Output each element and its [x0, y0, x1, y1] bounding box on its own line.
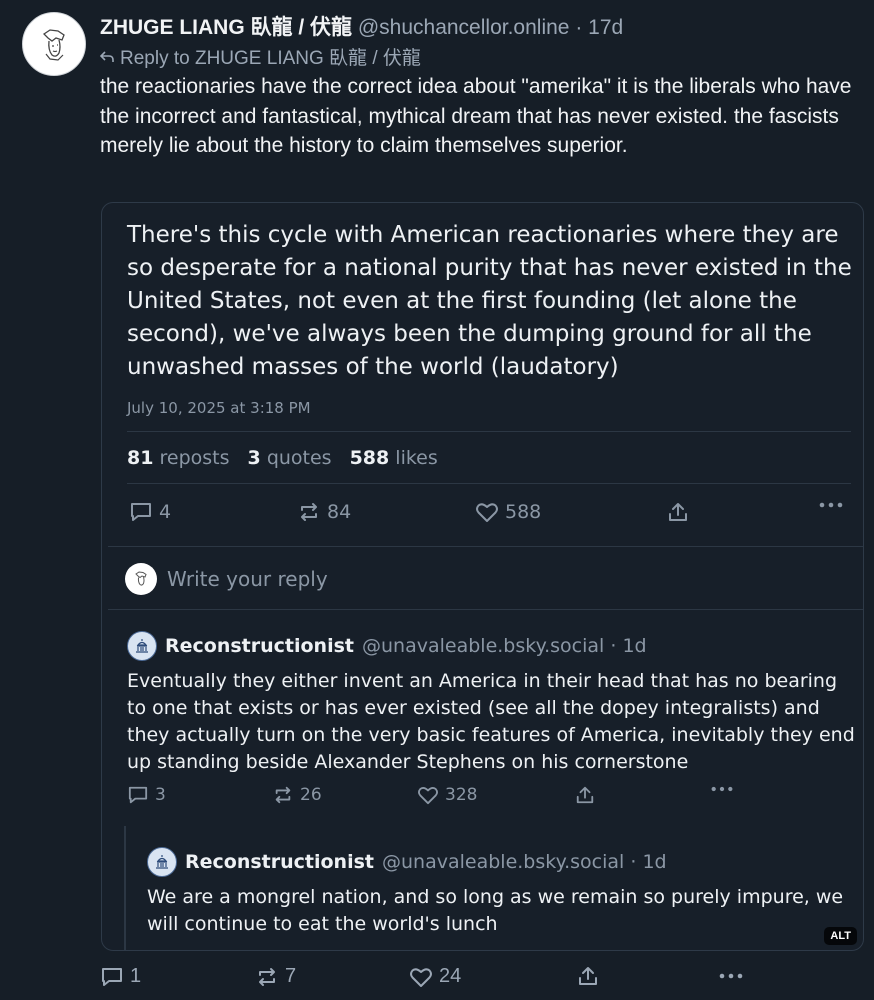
repost-icon: [301, 503, 317, 521]
post-text: the reactionaries have the correct idea …: [100, 75, 852, 157]
share-icon: [669, 503, 687, 521]
reply-to-label: Reply to ZHUGE LIANG 臥龍 / 伏龍: [120, 48, 421, 69]
repost-action: 84: [297, 501, 351, 523]
reply-to-line[interactable]: Reply to ZHUGE LIANG 臥龍 / 伏龍: [100, 43, 421, 70]
divider: [127, 483, 851, 484]
repost-button[interactable]: 7: [255, 965, 296, 988]
divider: [108, 546, 863, 547]
share-action: [667, 501, 689, 523]
author-avatar[interactable]: [22, 12, 86, 76]
reply2-handle: @unavaleable.bsky.social · 1d: [382, 851, 667, 873]
like-icon: [476, 503, 498, 522]
likes-stat: 588 likes: [349, 447, 438, 469]
post-age: · 17d: [575, 16, 624, 39]
composer-avatar: [125, 563, 157, 595]
reply1-repost-action: 26: [272, 785, 322, 805]
thread-line: [124, 826, 126, 950]
embedded-screenshot[interactable]: There's this cycle with American reactio…: [101, 202, 864, 951]
reply1-more-action: [710, 785, 734, 793]
reply-composer: Write your reply: [125, 563, 328, 595]
like-icon: [410, 967, 432, 987]
reply-arrow-icon: [100, 50, 114, 62]
capitol-icon: [156, 855, 168, 869]
reconstructionist-avatar: [147, 847, 177, 877]
divider: [108, 609, 863, 610]
like-button[interactable]: 24: [409, 965, 461, 988]
more-action: [818, 501, 844, 509]
reply-button[interactable]: 1: [100, 965, 141, 988]
reply2-header: Reconstructionist @unavaleable.bsky.soci…: [147, 847, 667, 877]
reply-action: 4: [129, 501, 171, 523]
reply1-share-action: [575, 785, 595, 805]
reply2-text: We are a mongrel nation, and so long as …: [147, 886, 844, 935]
reply1-name: Reconstructionist: [165, 635, 354, 657]
reconstructionist-avatar: [127, 631, 157, 661]
quoted-post-text: There's this cycle with American reactio…: [127, 222, 852, 380]
more-icon: [819, 502, 843, 508]
like-action: 588: [475, 501, 541, 523]
quotes-stat: 3 quotes: [247, 447, 332, 469]
engagement-stats: 81 reposts 3 quotes 588 likes: [127, 447, 438, 469]
post-actions: 1 7 24: [0, 963, 874, 995]
share-button[interactable]: [577, 965, 599, 987]
like-count: 24: [439, 965, 462, 987]
reply1-handle: @unavaleable.bsky.social · 1d: [362, 635, 647, 657]
reply-icon: [128, 786, 148, 804]
reply1-header: Reconstructionist @unavaleable.bsky.soci…: [127, 631, 647, 661]
more-icon: [719, 973, 743, 979]
more-icon: [711, 786, 733, 792]
reply1-reply-action: 3: [127, 785, 166, 805]
reply1-text: Eventually they either invent an America…: [127, 670, 855, 773]
capitol-icon: [136, 639, 148, 653]
reply-count: 1: [130, 965, 142, 987]
reply2-name: Reconstructionist: [185, 851, 374, 873]
quoted-actions: 4 84 588: [102, 501, 863, 531]
repost-icon: [275, 786, 291, 804]
share-icon: [579, 967, 597, 985]
author-display-name[interactable]: ZHUGE LIANG 臥龍 / 伏龍: [100, 16, 352, 39]
reply-icon: [102, 967, 122, 986]
reposts-stat: 81 reposts: [127, 447, 230, 469]
reply-placeholder: Write your reply: [167, 567, 328, 591]
more-options-button[interactable]: [718, 972, 744, 980]
post-header: ZHUGE LIANG 臥龍 / 伏龍 @shuchancellor.onlin…: [100, 11, 623, 41]
alt-badge[interactable]: ALT: [824, 927, 857, 945]
reply-icon: [131, 503, 151, 521]
reply1-actions: 3 26 328: [102, 785, 863, 815]
quoted-post-date: July 10, 2025 at 3:18 PM: [127, 399, 311, 417]
divider: [127, 431, 851, 432]
author-handle[interactable]: @shuchancellor.online: [358, 16, 570, 39]
repost-count: 7: [285, 965, 297, 987]
like-icon: [418, 787, 438, 805]
reply1-like-action: 328: [417, 785, 477, 805]
avatar-sketch-icon: [42, 29, 65, 61]
avatar-sketch-icon: [135, 571, 147, 586]
share-icon: [576, 786, 594, 804]
repost-icon: [259, 967, 275, 986]
